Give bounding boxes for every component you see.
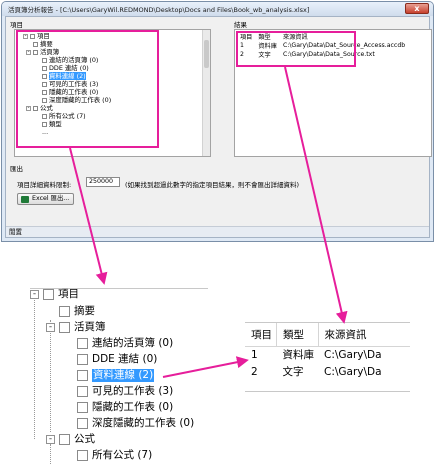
status-text: 閒置 — [9, 228, 22, 236]
dialog-title: 活頁簿分析報告 - [C:\Users\GaryWil.REDMOND\Desk… — [8, 6, 310, 14]
cell-type: 資料庫 — [282, 349, 315, 361]
collapse-icon[interactable]: - — [46, 323, 55, 332]
close-button[interactable]: x — [405, 3, 429, 14]
output-group-label: 匯出 — [10, 165, 23, 173]
tree-root-label: 項目 — [58, 288, 79, 300]
zoomed-results-table: 項目 類型 來源資訊 1 資料庫 C:\Gary\Da 2 文字 C:\Gary… — [245, 322, 410, 392]
table-row[interactable]: 1 資料庫 C:\Gary\Da — [245, 346, 386, 363]
collapse-icon[interactable]: - — [46, 435, 55, 444]
cell-item: 2 — [251, 365, 258, 378]
dialog-titlebar[interactable]: 活頁簿分析報告 - [C:\Users\GaryWil.REDMOND\Desk… — [2, 2, 433, 16]
tree-very-hidden-label: 深度隱藏的工作表 (0) — [92, 417, 195, 429]
cell-item: 1 — [251, 348, 258, 361]
results-group-label: 結果 — [234, 21, 247, 29]
detail-limit-label: 項目詳細資料限制: — [17, 181, 72, 189]
excel-icon — [21, 196, 29, 203]
checkbox-icon[interactable] — [77, 450, 88, 461]
checkbox-icon[interactable] — [77, 386, 88, 397]
cell-source: C:\Gary\Da — [324, 365, 382, 378]
checkbox-icon[interactable] — [59, 306, 70, 317]
tree-visible-label: 可見的工作表 (3) — [92, 385, 174, 397]
tree-dde-label: DDE 連結 (0) — [92, 353, 158, 365]
zoom-header-source: 來源資訊 — [317, 322, 386, 346]
checkbox-icon[interactable] — [43, 289, 54, 300]
zoomed-tree: - 項目 摘要 - 活頁簿 連結的活頁簿 (0) DDE 連結 (0) 資料連線… — [30, 284, 220, 464]
checkbox-icon[interactable] — [77, 418, 88, 429]
tree-hidden-label: 隱藏的工作表 (0) — [92, 401, 174, 413]
table-row[interactable]: 2 文字 C:\Gary\Da — [245, 363, 386, 380]
tree-data-links-label: 資料連線 (2) — [92, 369, 155, 382]
tree-linked-label: 連結的活頁簿 (0) — [92, 337, 174, 349]
zoom-header-type: 類型 — [276, 322, 318, 346]
checkbox-icon[interactable] — [77, 370, 88, 381]
detail-limit-input[interactable]: 250000 — [86, 177, 120, 187]
collapse-icon[interactable]: - — [30, 290, 39, 299]
tree-formulas-label: 公式 — [74, 433, 95, 445]
detail-limit-hint: (如果找到超過此數字的指定項目結果，則不會匯出詳細資料) — [125, 181, 300, 189]
checkbox-icon[interactable] — [59, 434, 70, 445]
checkbox-icon[interactable] — [59, 322, 70, 333]
tree-all-formulas-label: 所有公式 (7) — [92, 449, 153, 461]
checkbox-icon[interactable] — [77, 402, 88, 413]
cell-source: C:\Gary\Da — [324, 348, 382, 361]
tree-scrollbar[interactable] — [202, 30, 210, 156]
tree-highlight-box — [16, 30, 159, 148]
cell-type: 文字 — [282, 366, 304, 378]
excel-export-label: Excel 匯出... — [32, 195, 70, 202]
excel-export-button[interactable]: Excel 匯出... — [17, 193, 75, 205]
tree-workbook-label: 活頁簿 — [74, 321, 106, 333]
tree-summary-label: 摘要 — [74, 305, 95, 317]
results-highlight-box — [236, 31, 356, 67]
status-bar: 閒置 — [6, 226, 429, 237]
zoomed-table: 項目 類型 來源資訊 1 資料庫 C:\Gary\Da 2 文字 C:\Gary… — [245, 322, 386, 380]
tree-scroll-thumb[interactable] — [204, 40, 209, 68]
checkbox-icon[interactable] — [77, 354, 88, 365]
checkbox-icon[interactable] — [77, 338, 88, 349]
items-group-label: 項目 — [10, 21, 23, 29]
zoom-header-item: 項目 — [251, 328, 272, 341]
